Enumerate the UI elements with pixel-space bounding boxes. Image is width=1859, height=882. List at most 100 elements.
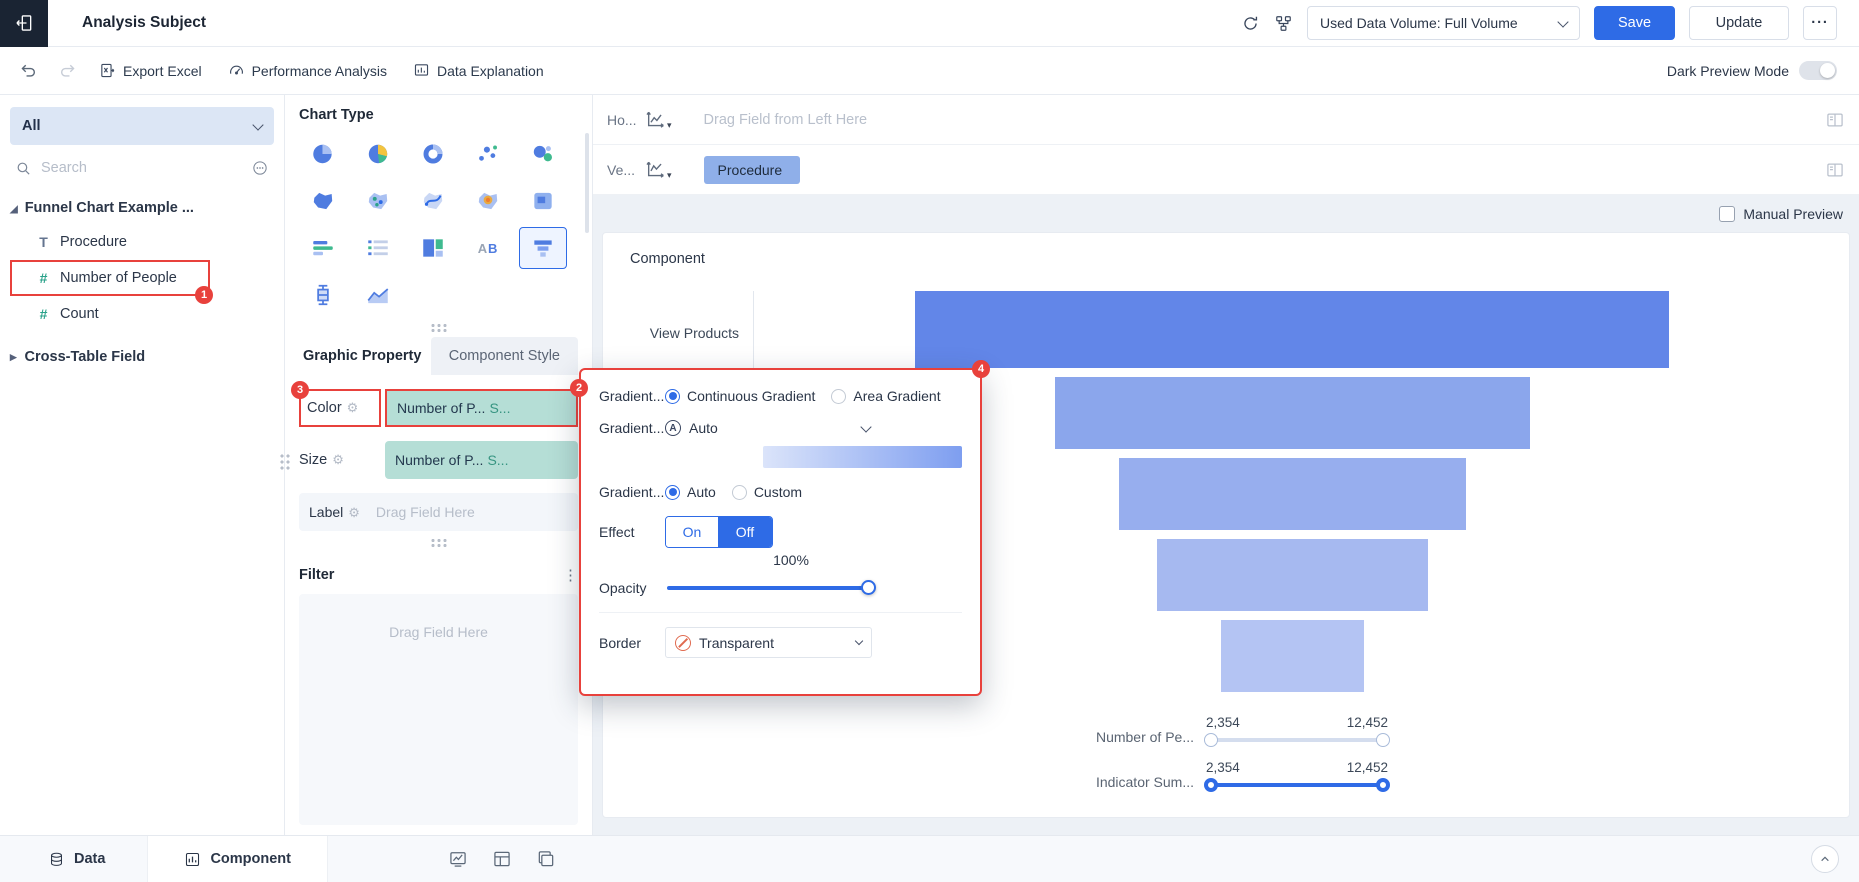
manual-preview-checkbox[interactable] [1719,205,1736,222]
funnel-bar[interactable] [1118,458,1466,530]
save-button[interactable]: Save [1594,6,1675,40]
gradient-preview[interactable] [763,446,962,468]
border-row: Border Transparent [599,627,962,658]
indicator-range-slider: Indicator Sum... 2,354 12,452 [1040,760,1390,792]
copy-component-icon[interactable] [536,849,556,869]
opacity-slider[interactable] [667,580,876,595]
vertical-shelf-drop[interactable]: Procedure [686,155,1815,184]
color-label[interactable]: Color [307,400,342,416]
collapse-panel-button[interactable] [1811,845,1839,873]
slider-min-value: 2,354 [1206,715,1240,730]
border-select[interactable]: Transparent [665,627,872,658]
field-item-procedure[interactable]: T Procedure [10,225,274,259]
slider-handle-left[interactable] [1204,778,1218,792]
procedure-field-pill[interactable]: Procedure [703,155,800,184]
update-button[interactable]: Update [1689,6,1789,40]
radio-continuous-gradient[interactable]: Continuous Gradient [665,388,815,404]
slider-handle-right[interactable] [1376,778,1390,792]
filter-header: Filter [299,560,578,590]
tree-root-node[interactable]: Funnel Chart Example ... [10,191,274,225]
performance-analysis-label: Performance Analysis [251,62,387,79]
funnel-bar[interactable] [915,291,1669,368]
funnel-bar[interactable] [1220,620,1364,692]
area-chart-icon[interactable] [354,274,402,316]
line-list-icon[interactable] [354,227,402,269]
text-chart-icon[interactable]: AB [464,227,512,269]
scope-select[interactable]: All [10,107,274,145]
boxplot-icon[interactable] [299,274,347,316]
horizontal-shelf-drop[interactable]: Drag Field from Left Here [686,112,1815,128]
performance-analysis-button[interactable]: Performance Analysis [215,47,400,94]
dark-preview-toggle[interactable] [1799,61,1837,80]
slider-track[interactable] [1204,778,1390,792]
map-point-icon[interactable] [354,180,402,222]
map-custom-icon[interactable] [519,180,567,222]
funnel-chart-icon[interactable] [519,227,567,269]
slider-track[interactable] [1204,733,1390,747]
search-input[interactable] [41,160,242,176]
funnel-bar[interactable] [1156,539,1428,611]
add-table-icon[interactable] [492,849,512,869]
caret-expanded-icon [10,200,18,216]
tab-data[interactable]: Data [28,836,125,882]
border-value: Transparent [699,634,774,651]
slider-handle-left[interactable] [1204,733,1218,747]
pie-multi-icon[interactable] [354,133,402,175]
radio-auto[interactable]: Auto [665,484,716,500]
slider-handle-right[interactable] [1376,733,1390,747]
shelf-display-icon[interactable] [1825,160,1845,180]
radio-custom[interactable]: Custom [731,484,802,500]
scrollbar[interactable] [585,133,589,233]
pie-chart-icon[interactable] [299,133,347,175]
field-item-number-of-people[interactable]: # Number of People 1 [10,260,213,304]
color-field-pill[interactable]: Number of P... S... [385,389,578,427]
map-flow-icon[interactable] [409,180,457,222]
data-volume-select[interactable]: Used Data Volume: Full Volume [1307,6,1580,40]
gear-icon[interactable] [332,452,344,468]
shelf-display-icon[interactable] [1825,110,1845,130]
add-chart-icon[interactable] [448,849,468,869]
tab-component-style[interactable]: Component Style [430,337,578,375]
exit-button[interactable] [0,0,48,47]
panel-resize-handle[interactable] [279,453,291,470]
effect-off-button[interactable]: Off [718,517,772,547]
effect-on-button[interactable]: On [666,517,718,547]
bullet-bars-icon[interactable] [299,227,347,269]
drag-handle[interactable] [429,538,448,548]
undo-button[interactable] [10,62,48,80]
scatter-chart-icon[interactable] [464,133,512,175]
size-label[interactable]: Size [299,452,327,468]
map-area-icon[interactable] [299,180,347,222]
map-heat-icon[interactable] [464,180,512,222]
tab-graphic-property[interactable]: Graphic Property [299,348,425,364]
filter-menu-icon[interactable] [563,566,578,584]
filter-drop-area[interactable]: Drag Field Here [299,594,578,825]
size-field-pill[interactable]: Number of P... S... [385,441,578,479]
effect-toggle[interactable]: On Off [665,516,773,548]
label-drop-area[interactable]: Label Drag Field Here [299,493,578,531]
data-explanation-button[interactable]: Data Explanation [400,47,557,94]
treemap-icon[interactable] [409,227,457,269]
horizontal-axis-icon[interactable] [645,109,672,131]
slider-min-value: 2,354 [1206,760,1240,775]
circle-more-icon[interactable] [251,159,269,177]
gear-icon[interactable] [347,400,359,416]
dark-preview-label: Dark Preview Mode [1666,62,1789,79]
tree-node-cross-table[interactable]: Cross-Table Field [10,339,274,375]
radio-area-gradient[interactable]: Area Gradient [831,388,941,404]
tab-component[interactable]: Component [147,836,328,882]
refresh-icon[interactable] [1241,14,1260,33]
field-item-count[interactable]: # Count [10,297,274,331]
funnel-bar[interactable] [1054,377,1530,449]
export-excel-button[interactable]: Export Excel [86,47,215,94]
redo-button[interactable] [48,62,86,80]
more-button[interactable]: ··· [1803,6,1837,40]
opacity-slider-handle[interactable] [861,580,876,595]
donut-chart-icon[interactable] [409,133,457,175]
gradient-scheme-select[interactable]: A Auto [665,420,872,436]
slider-label: Number of Pe... [1095,729,1194,745]
bubble-chart-icon[interactable] [519,133,567,175]
drag-handle[interactable] [429,323,448,333]
vertical-axis-icon[interactable] [645,159,672,181]
flow-diagram-icon[interactable] [1274,14,1293,33]
